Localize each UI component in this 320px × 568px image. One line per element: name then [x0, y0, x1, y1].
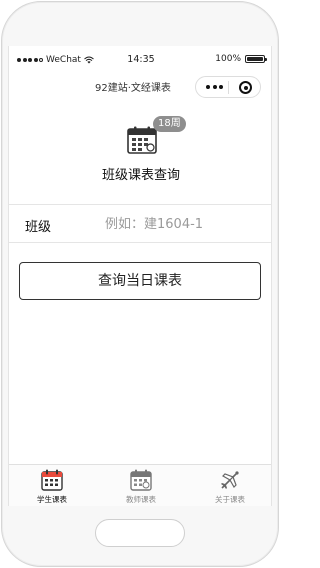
nav-bar: 92建站·文经课表: [9, 72, 271, 100]
teacher-calendar-icon: [130, 469, 152, 491]
capsule-divider: [228, 81, 229, 94]
tab-about-label: 关于课表: [215, 495, 245, 504]
divider-top: [9, 204, 271, 205]
tab-student[interactable]: 学生课表: [17, 469, 87, 505]
tab-teacher-label: 教师课表: [126, 495, 156, 504]
class-label: 班级: [25, 220, 52, 235]
battery-status: 100%: [215, 54, 267, 64]
page-title: 班级课表查询: [101, 168, 180, 183]
student-calendar-icon: [41, 469, 63, 491]
tab-bar: 学生课表 教师课表 关于课表: [9, 464, 271, 506]
app-screen: WeChat 14:35 100% 92建站·文经课表 18周 班级课表查询 班…: [8, 46, 272, 506]
status-bar: WeChat 14:35 100%: [9, 46, 271, 72]
home-button[interactable]: [95, 519, 185, 547]
tab-about[interactable]: 关于课表: [195, 469, 265, 505]
target-circle-icon[interactable]: [239, 81, 252, 94]
mini-program-capsule: [195, 76, 261, 98]
divider-bottom: [9, 242, 271, 243]
airplane-icon: [221, 471, 239, 489]
tab-teacher[interactable]: 教师课表: [106, 469, 176, 505]
battery-percent: 100%: [215, 54, 241, 64]
week-badge: 18周: [153, 116, 186, 132]
calendar-icon: [127, 126, 157, 154]
more-dots-icon[interactable]: [206, 85, 223, 89]
class-input[interactable]: [105, 212, 255, 236]
query-today-button[interactable]: 查询当日课表: [19, 262, 261, 300]
battery-icon: [245, 55, 267, 63]
nav-title: 92建站·文经课表: [95, 83, 171, 94]
tab-student-label: 学生课表: [37, 495, 67, 504]
